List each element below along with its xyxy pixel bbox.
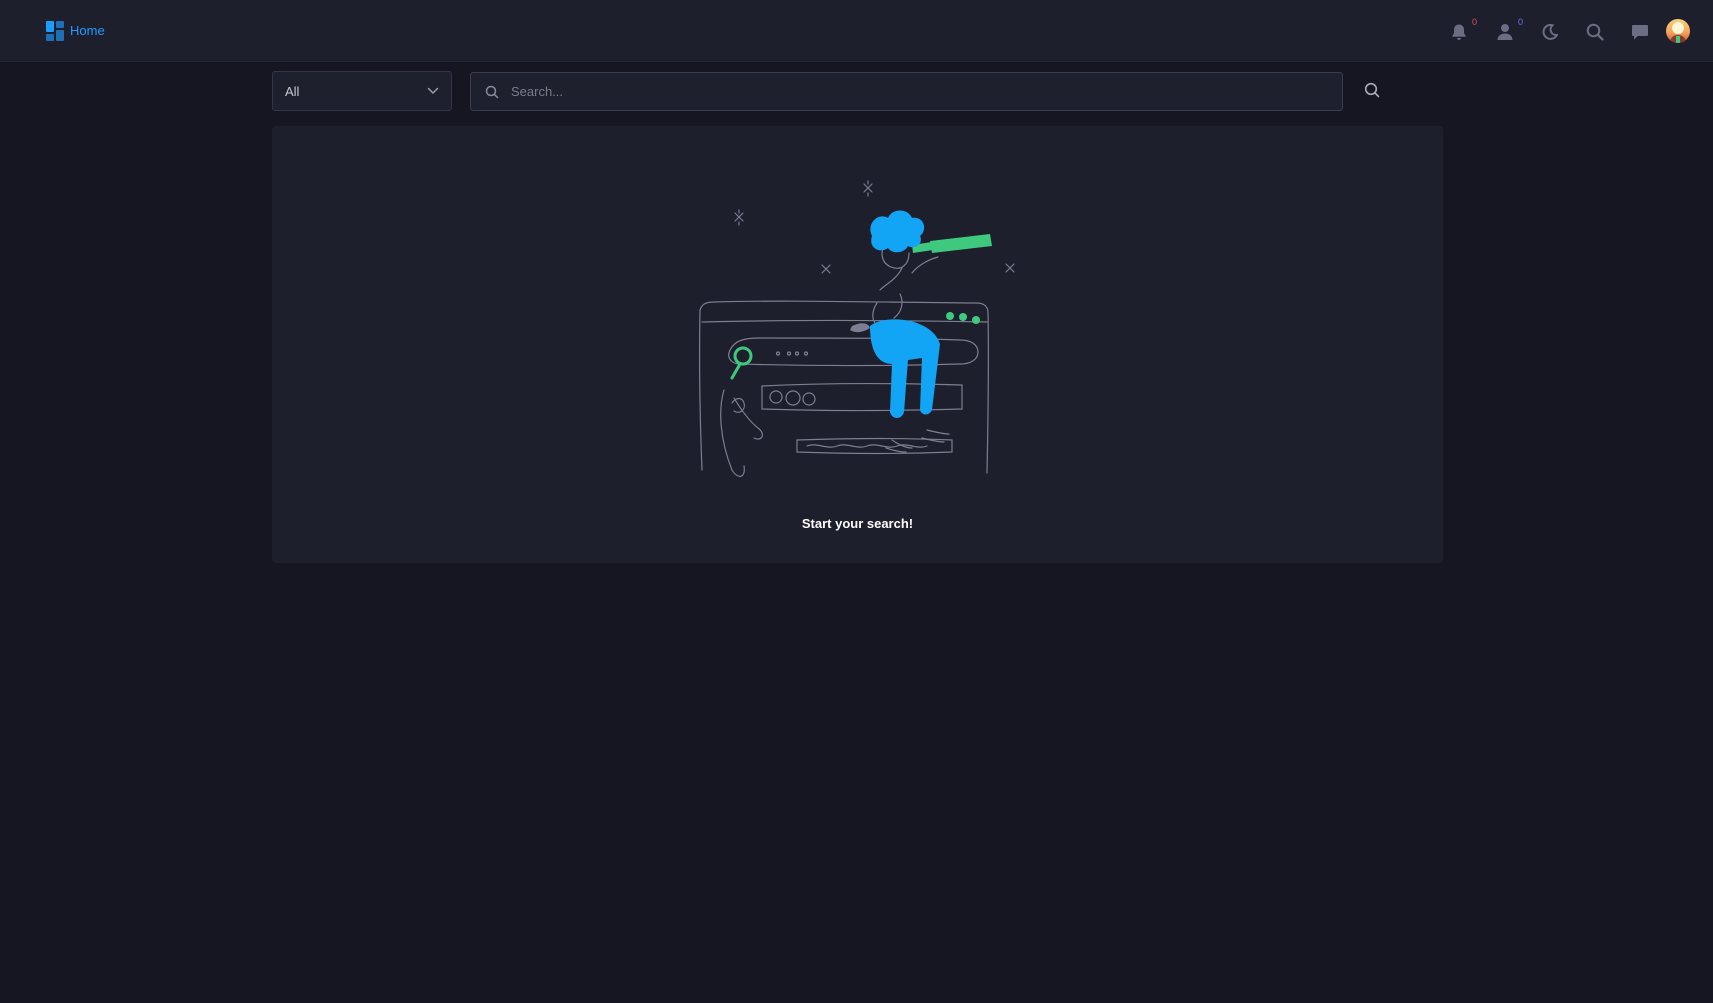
user-icon (1497, 24, 1513, 40)
theme-toggle-button[interactable] (1538, 20, 1562, 44)
search-results-panel: Start your search! (272, 126, 1443, 563)
top-navigation-bar: Home 0 0 (0, 0, 1713, 62)
top-actions: 0 0 (0, 17, 1713, 44)
search-category-value: All (285, 83, 300, 99)
notifications-count-badge: 0 (1471, 17, 1477, 27)
search-icon (1586, 23, 1604, 41)
global-search-button[interactable] (1583, 20, 1607, 44)
friend-requests-button[interactable]: 0 (1493, 17, 1523, 44)
moon-icon (1542, 24, 1558, 40)
avatar[interactable] (1666, 19, 1690, 43)
notifications-button[interactable]: 0 (1447, 17, 1477, 44)
empty-state-message: Start your search! (801, 516, 914, 531)
chat-icon (1632, 25, 1648, 40)
search-category-select[interactable]: All (272, 71, 452, 111)
search-submit-button[interactable] (1362, 80, 1382, 100)
search-icon (485, 85, 499, 98)
user-avatar-image (1666, 19, 1690, 43)
friend-requests-count-badge: 0 (1517, 17, 1523, 27)
search-field (470, 72, 1343, 111)
messages-button[interactable] (1628, 20, 1652, 44)
telescope-search-illustration (699, 180, 1015, 477)
search-input[interactable] (509, 83, 1328, 100)
bell-icon (1452, 24, 1466, 40)
chevron-down-icon (427, 87, 439, 94)
search-icon (1364, 82, 1380, 98)
